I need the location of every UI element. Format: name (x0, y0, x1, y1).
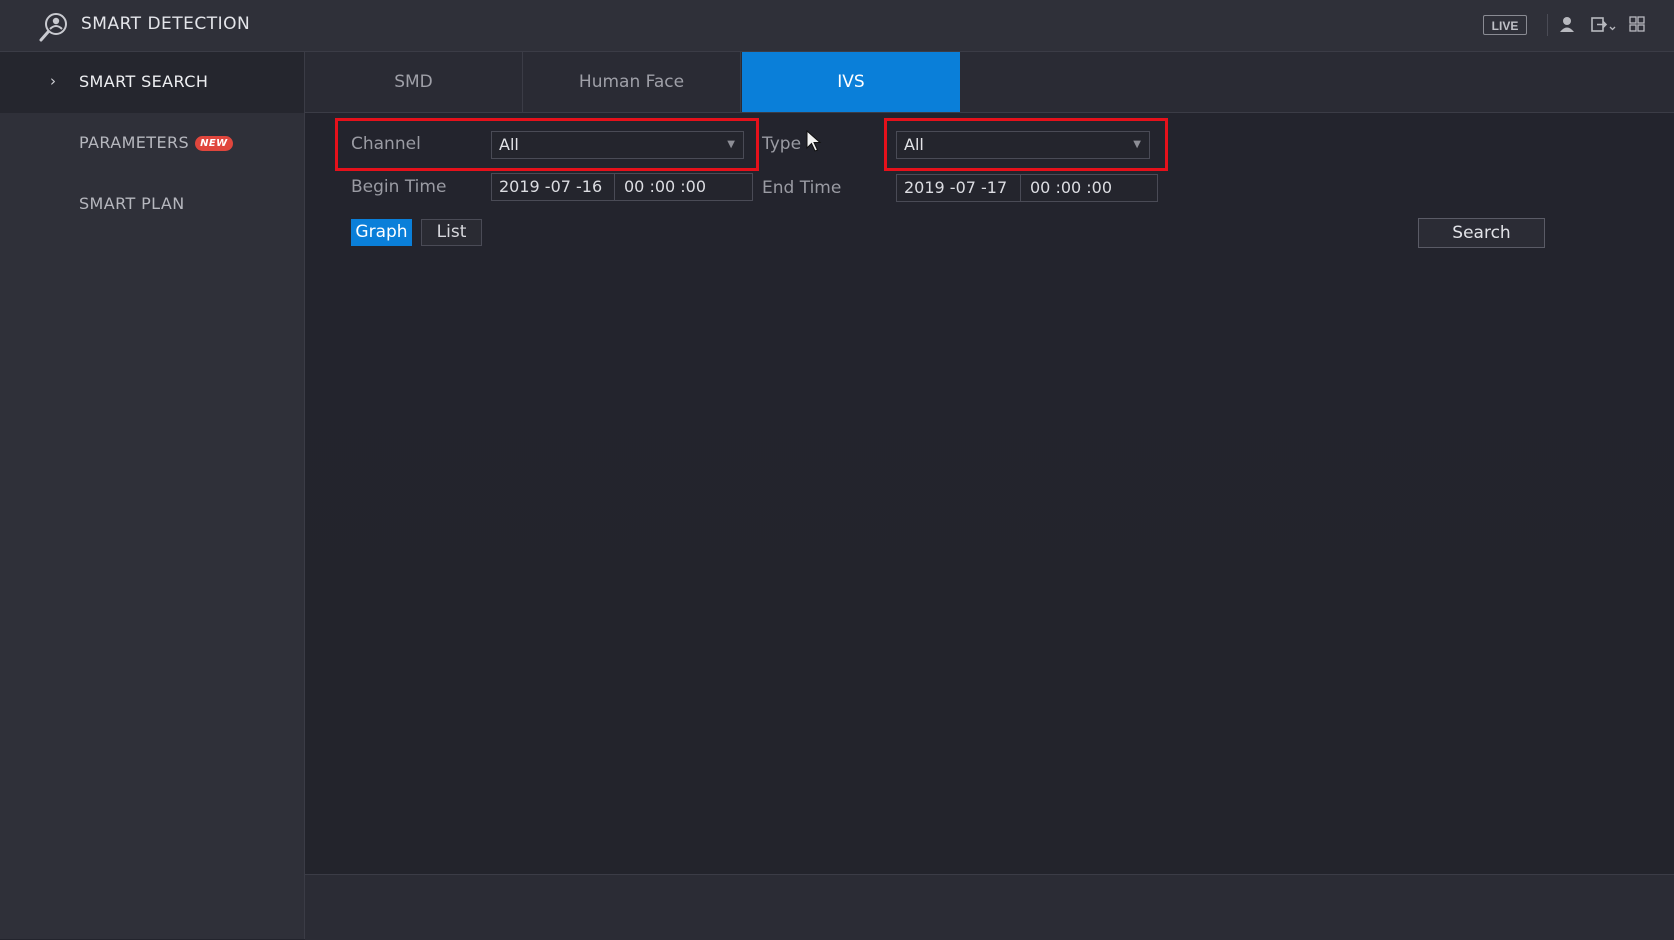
tab-human-face[interactable]: Human Face (523, 52, 741, 112)
smart-detection-icon (39, 13, 67, 42)
tab-ivs[interactable]: IVS (742, 52, 960, 112)
begin-clock[interactable]: 00 :00 :00 (624, 174, 706, 200)
sidebar-item-label: SMART SEARCH (79, 72, 209, 91)
mouse-cursor-icon (806, 130, 822, 152)
results-area (305, 262, 1674, 874)
end-time-label: End Time (762, 178, 842, 198)
end-clock[interactable]: 00 :00 :00 (1030, 175, 1112, 201)
top-bar: SMART DETECTION LIVE (0, 0, 1674, 52)
sidebar: › SMART SEARCH PARAMETERS NEW SMART PLAN (0, 52, 305, 939)
logout-icon[interactable] (1591, 16, 1617, 34)
sidebar-item-parameters[interactable]: PARAMETERS NEW (0, 113, 304, 174)
list-view-button[interactable]: List (421, 219, 482, 246)
graph-view-button[interactable]: Graph (351, 219, 412, 246)
bottom-bar (305, 874, 1674, 940)
begin-date[interactable]: 2019 -07 -16 (499, 174, 602, 200)
user-icon[interactable] (1559, 16, 1575, 34)
channel-highlight-box (335, 118, 759, 171)
chevron-right-icon: › (50, 72, 57, 90)
sidebar-item-label: SMART PLAN (79, 194, 185, 213)
end-time-field[interactable]: 2019 -07 -17 00 :00 :00 (896, 174, 1158, 202)
type-highlight-box (884, 118, 1168, 171)
sidebar-item-smart-search[interactable]: › SMART SEARCH (0, 52, 304, 113)
app-title: SMART DETECTION (81, 14, 251, 34)
sidebar-item-smart-plan[interactable]: SMART PLAN (0, 174, 304, 235)
begin-time-field[interactable]: 2019 -07 -16 00 :00 :00 (491, 173, 753, 201)
tab-smd[interactable]: SMD (305, 52, 523, 112)
grid-menu-icon[interactable] (1629, 16, 1645, 32)
sidebar-item-label: PARAMETERS NEW (79, 133, 233, 152)
search-button[interactable]: Search (1418, 218, 1545, 248)
type-label: Type (762, 134, 802, 154)
end-date[interactable]: 2019 -07 -17 (904, 175, 1007, 201)
divider (1547, 14, 1548, 36)
tab-bar: SMD Human Face IVS (305, 52, 1674, 113)
new-badge: NEW (195, 136, 233, 151)
parameters-label: PARAMETERS (79, 133, 190, 152)
begin-time-label: Begin Time (351, 177, 447, 197)
field-separator (1020, 175, 1021, 201)
live-button[interactable]: LIVE (1483, 15, 1527, 35)
field-separator (614, 174, 615, 200)
